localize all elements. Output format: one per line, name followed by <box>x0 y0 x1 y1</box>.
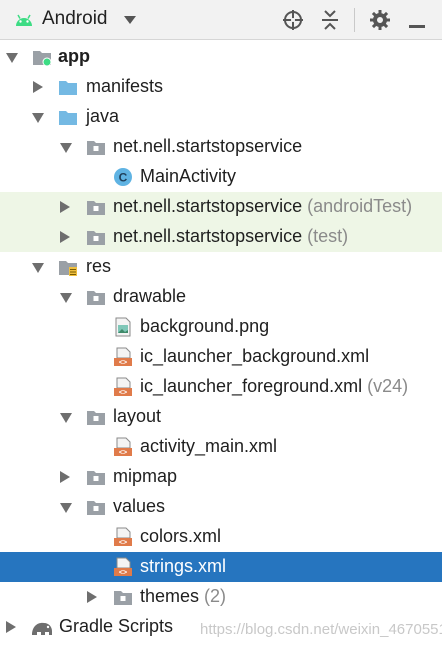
expanded-arrow-icon[interactable] <box>6 53 18 63</box>
tree-label: strings.xml <box>140 556 227 576</box>
settings-gear-icon[interactable] <box>369 9 391 31</box>
tree-label: app <box>58 46 91 66</box>
collapse-all-icon[interactable] <box>319 9 341 31</box>
resource-folder-icon <box>59 261 77 276</box>
tree-node-java[interactable]: java <box>0 102 442 132</box>
package-icon <box>87 411 105 425</box>
project-toolbar: Android <box>0 0 442 40</box>
tree-node-background-png[interactable]: background.png <box>0 312 442 342</box>
tree-node-activity-main[interactable]: <> activity_main.xml <box>0 432 442 462</box>
tree-label: MainActivity <box>140 166 237 186</box>
collapsed-arrow-icon[interactable] <box>6 621 16 633</box>
tree-label: net.nell.startstopservice (androidTest) <box>113 196 412 217</box>
toolbar-divider <box>354 8 355 32</box>
tree-node-colors[interactable]: <> colors.xml <box>0 522 442 552</box>
svg-text:<>: <> <box>119 570 127 577</box>
tree-label: mipmap <box>113 466 178 486</box>
item-count: (2) <box>204 586 227 606</box>
package-icon <box>87 291 105 305</box>
xml-file-icon: <> <box>114 347 132 367</box>
package-name: net.nell.startstopservice <box>113 196 303 216</box>
expanded-arrow-icon[interactable] <box>60 503 72 513</box>
svg-text:<>: <> <box>119 360 127 367</box>
expanded-arrow-icon[interactable] <box>60 293 72 303</box>
xml-file-icon: <> <box>114 437 132 457</box>
package-icon <box>87 141 105 155</box>
collapsed-arrow-icon[interactable] <box>60 231 70 243</box>
tree-label: layout <box>113 406 162 426</box>
package-icon <box>87 471 105 485</box>
module-folder-icon <box>33 51 52 67</box>
tree-label: net.nell.startstopservice (test) <box>113 226 348 247</box>
source-set-suffix: (androidTest) <box>307 196 413 216</box>
tree-label: drawable <box>113 286 187 306</box>
tree-node-res[interactable]: res <box>0 252 442 282</box>
tree-label: values <box>113 496 166 516</box>
collapsed-arrow-icon[interactable] <box>60 471 70 483</box>
android-icon <box>16 14 32 26</box>
tree-label: manifests <box>86 76 164 96</box>
watermark-text: https://blog.csdn.net/weixin_46705517 <box>200 621 442 638</box>
xml-file-icon: <> <box>114 527 132 547</box>
svg-text:<>: <> <box>119 390 127 397</box>
dropdown-caret-icon[interactable] <box>124 16 136 24</box>
gradle-elephant-icon <box>32 622 52 635</box>
project-view-selector[interactable]: Android <box>42 8 108 30</box>
tree-node-values[interactable]: values <box>0 492 442 522</box>
tree-node-themes[interactable]: themes (2) <box>0 582 442 612</box>
package-icon <box>87 501 105 515</box>
package-icon <box>87 201 105 215</box>
tree-node-strings-selected[interactable]: <> strings.xml <box>0 552 442 582</box>
folder-icon <box>59 81 77 95</box>
tree-node-package-test[interactable]: net.nell.startstopservice (test) <box>0 222 442 252</box>
tree-label: activity_main.xml <box>140 436 278 456</box>
expanded-arrow-icon[interactable] <box>60 413 72 423</box>
qualifier-suffix: (v24) <box>367 376 409 396</box>
tree-node-package-android-test[interactable]: net.nell.startstopservice (androidTest) <box>0 192 442 222</box>
tree-node-drawable[interactable]: drawable <box>0 282 442 312</box>
tree-label: res <box>86 256 112 276</box>
class-icon: C <box>114 168 132 186</box>
tree-label: ic_launcher_background.xml <box>140 346 370 366</box>
tree-label: Gradle Scripts <box>59 616 174 636</box>
svg-text:<>: <> <box>119 450 127 457</box>
tree-label: net.nell.startstopservice <box>113 136 303 156</box>
tree-node-main-activity[interactable]: C MainActivity <box>0 162 442 192</box>
collapsed-arrow-icon[interactable] <box>60 201 70 213</box>
svg-text:<>: <> <box>119 540 127 547</box>
source-set-suffix: (test) <box>307 226 349 246</box>
tree-node-ic-launcher-foreground[interactable]: <> ic_launcher_foreground.xml (v24) <box>0 372 442 402</box>
expanded-arrow-icon[interactable] <box>32 113 44 123</box>
package-icon <box>114 591 132 605</box>
tree-node-ic-launcher-background[interactable]: <> ic_launcher_background.xml <box>0 342 442 372</box>
tree-label: java <box>86 106 120 126</box>
file-name: ic_launcher_foreground.xml <box>140 376 363 396</box>
expanded-arrow-icon[interactable] <box>60 143 72 153</box>
tree-node-package-main[interactable]: net.nell.startstopservice <box>0 132 442 162</box>
folder-icon <box>59 111 77 125</box>
tree-node-manifests[interactable]: manifests <box>0 72 442 102</box>
tree-node-app[interactable]: app <box>0 42 442 72</box>
image-file-icon <box>115 317 131 337</box>
tree-label: ic_launcher_foreground.xml (v24) <box>140 376 408 397</box>
package-name: net.nell.startstopservice <box>113 226 303 246</box>
minimize-icon[interactable] <box>406 9 428 31</box>
tree-node-mipmap[interactable]: mipmap <box>0 462 442 492</box>
collapsed-arrow-icon[interactable] <box>33 81 43 93</box>
tree-label: background.png <box>140 316 270 336</box>
svg-text:C: C <box>119 171 128 185</box>
collapsed-arrow-icon[interactable] <box>87 591 97 603</box>
tree-node-layout[interactable]: layout <box>0 402 442 432</box>
locate-target-icon[interactable] <box>282 9 304 31</box>
expanded-arrow-icon[interactable] <box>32 263 44 273</box>
xml-file-icon: <> <box>114 557 132 577</box>
tree-label: colors.xml <box>140 526 222 546</box>
tree-label: themes (2) <box>140 586 226 607</box>
folder-name: themes <box>140 586 200 606</box>
xml-file-icon: <> <box>114 377 132 397</box>
package-icon <box>87 231 105 245</box>
